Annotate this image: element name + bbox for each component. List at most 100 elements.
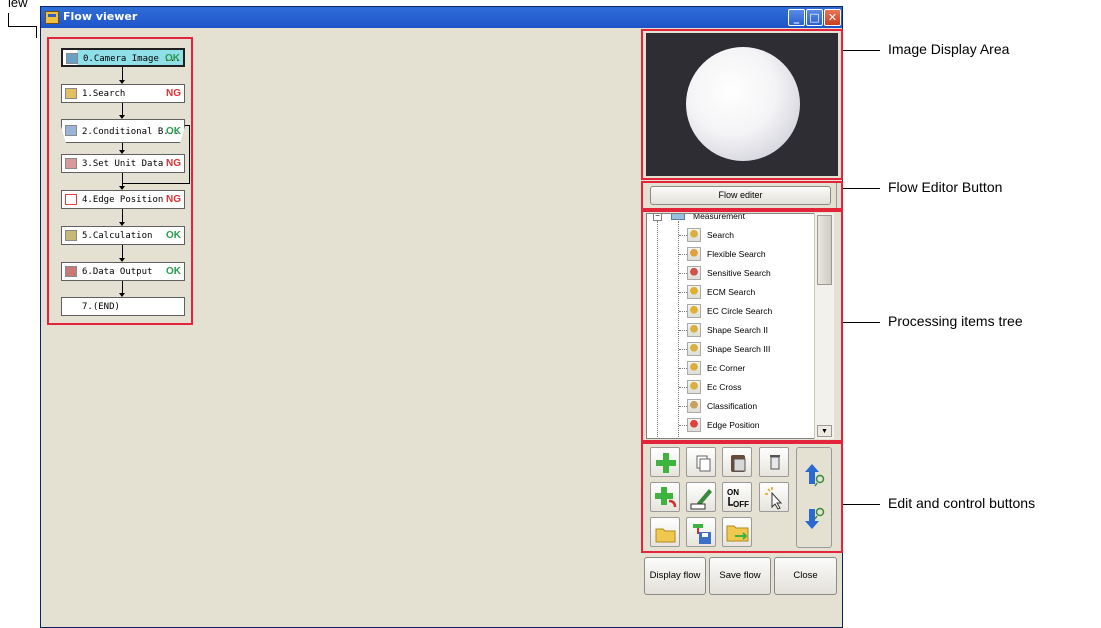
minimize-button[interactable]: _ [788, 9, 805, 26]
flow-node-end[interactable]: 7.(END) [61, 297, 185, 316]
callout-line-processing-tree [843, 322, 880, 323]
flow-node-camera-image[interactable]: 0.Camera Image ... OK [61, 48, 185, 67]
move-buttons-group [796, 447, 832, 548]
callout-edit-control-buttons: Edit and control buttons [888, 495, 1036, 511]
callout-processing-items-tree: Processing items tree [888, 313, 1023, 329]
tree-item-label: Sensitive Search [707, 268, 771, 278]
tree-item-label: Edge Position [707, 420, 760, 430]
tree-item-label: Search [707, 230, 734, 240]
processing-item-icon [687, 266, 701, 280]
on-off-button[interactable]: ON OFF [722, 482, 752, 512]
move-down-icon [805, 507, 825, 529]
paste-icon [731, 455, 746, 472]
rename-button[interactable] [686, 482, 716, 512]
view-label-fragment: iew [8, 0, 28, 10]
connector-arrow [119, 115, 125, 119]
node-label: 3.Set Unit Data [82, 159, 164, 169]
app-icon [45, 11, 59, 24]
move-up-button[interactable] [799, 460, 829, 490]
connector-arrow [119, 186, 125, 190]
close-window-button[interactable]: ✕ [824, 9, 841, 26]
edge-icon [65, 194, 77, 205]
title-bar: Flow viewer _ □ ✕ [41, 7, 842, 28]
connector-arrow [119, 293, 125, 297]
move-down-button[interactable] [799, 503, 829, 533]
tree-item-label: Shape Search III [707, 344, 771, 354]
save-flow-button[interactable]: Save flow [709, 557, 771, 595]
open-icon [655, 528, 676, 543]
tree-scrollbar[interactable]: ▼ [814, 213, 834, 439]
measured-object-image [686, 47, 800, 161]
branch-bypass-line [189, 125, 190, 183]
connector-arrow [119, 150, 125, 154]
tree-root-label: Measurement [693, 213, 745, 221]
display-flow-button[interactable]: Display flow [644, 557, 706, 595]
connector [122, 245, 123, 258]
search-icon [65, 88, 77, 99]
flow-node-data-output[interactable]: 6.Data Output OK [61, 262, 185, 281]
connector-arrow [119, 222, 125, 226]
calculator-icon [65, 230, 77, 241]
tree-item-label: Flexible Search [707, 249, 766, 259]
delete-icon [770, 455, 780, 470]
node-label: 6.Data Output [82, 267, 153, 277]
insert-icon [655, 487, 677, 508]
node-status: OK [166, 266, 181, 277]
node-status: OK [165, 53, 180, 64]
folder-transfer-button[interactable] [722, 517, 752, 547]
unit-data-icon [65, 158, 77, 169]
insert-button[interactable] [650, 482, 680, 512]
processing-item-icon [687, 285, 701, 299]
processing-item-icon [687, 247, 701, 261]
node-status: OK [166, 230, 181, 241]
open-button[interactable] [650, 517, 680, 547]
scroll-down-arrow-icon[interactable]: ▼ [817, 425, 832, 437]
node-status: NG [166, 88, 181, 99]
view-leader-line-v2 [36, 26, 37, 38]
close-button[interactable]: Close [774, 557, 837, 595]
connector-arrow [119, 80, 125, 84]
panel-divider [836, 183, 837, 208]
add-button[interactable] [650, 447, 680, 477]
flow-node-edge-position[interactable]: 4.Edge Position NG [61, 190, 185, 209]
delete-button[interactable] [759, 447, 789, 477]
select-button[interactable] [759, 482, 789, 512]
callout-line-edit-buttons [843, 504, 880, 505]
callout-flow-editor-button: Flow Editor Button [888, 179, 1003, 195]
rename-icon [690, 489, 712, 510]
tree-item-label: Ec Cross [707, 382, 742, 392]
maximize-button[interactable]: □ [806, 9, 823, 26]
node-status: NG [166, 158, 181, 169]
flow-node-calculation[interactable]: 5.Calculation OK [61, 226, 185, 245]
data-output-icon [65, 266, 77, 277]
node-status: OK [166, 126, 181, 137]
image-display-area[interactable] [646, 33, 838, 176]
svg-text:ON: ON [727, 488, 739, 497]
save-button[interactable] [686, 517, 716, 547]
folder-icon [671, 214, 685, 220]
on-off-icon: ON OFF [727, 488, 749, 509]
connector [122, 209, 123, 222]
tree-item-label: ECM Search [707, 287, 756, 297]
copy-button[interactable] [686, 447, 716, 477]
processing-item-icon [687, 228, 701, 242]
scrollbar-thumb[interactable] [817, 215, 832, 285]
node-label: 7.(END) [82, 302, 120, 312]
processing-item-icon [687, 323, 701, 337]
node-status: NG [166, 194, 181, 205]
flow-node-set-unit-data[interactable]: 3.Set Unit Data NG [61, 154, 185, 173]
callout-line-flow-editor [843, 188, 880, 189]
callout-line-image-display [843, 50, 880, 51]
paste-button[interactable] [722, 447, 752, 477]
copy-icon [696, 455, 711, 472]
processing-item-icon [687, 304, 701, 318]
flow-node-search[interactable]: 1.Search NG [61, 84, 185, 103]
flow-node-conditional-branch[interactable]: 2.Conditional B... OK [61, 119, 185, 143]
node-label: 4.Edge Position [82, 195, 164, 205]
collapse-toggle[interactable]: − [653, 214, 662, 221]
tree-item-label: Ec Corner [707, 363, 746, 373]
connector [122, 281, 123, 293]
node-label: 1.Search [82, 89, 126, 99]
flow-editor-button[interactable]: Flow editer [650, 186, 831, 205]
node-label: 5.Calculation [82, 231, 153, 241]
